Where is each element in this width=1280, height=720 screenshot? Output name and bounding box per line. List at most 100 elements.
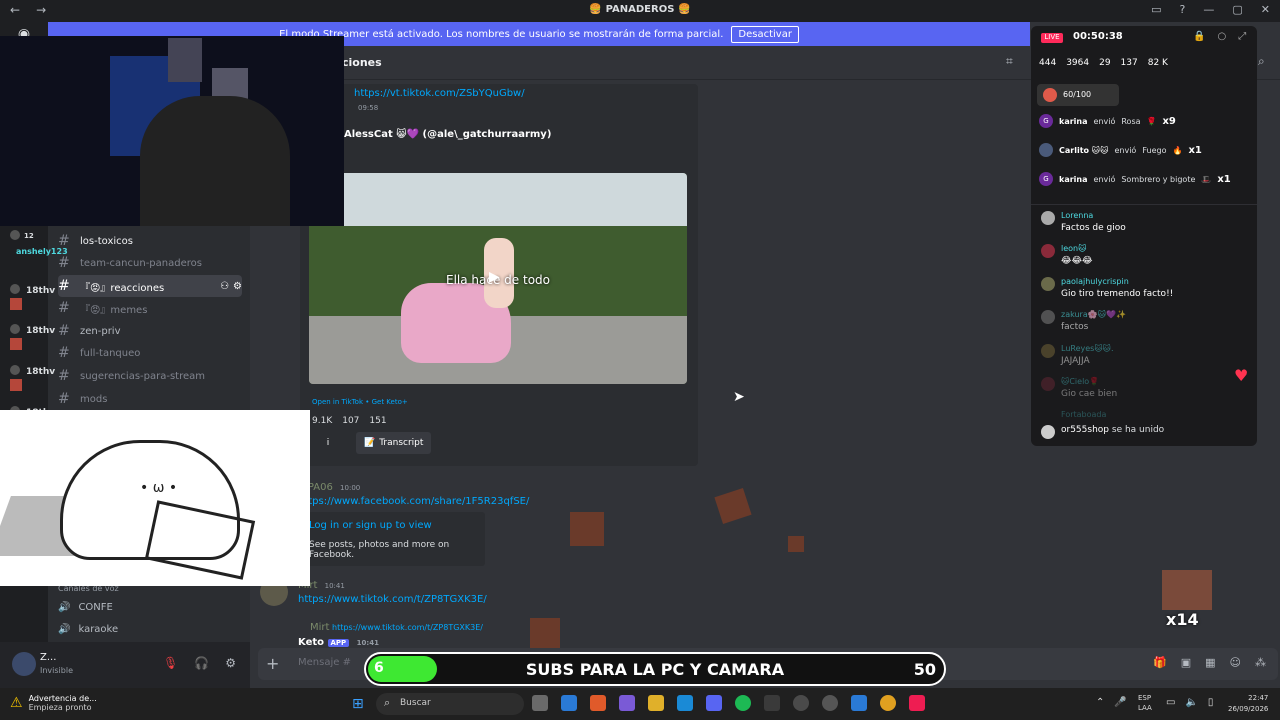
weather-warning[interactable]: ⚠ Advertencia de... Empieza pronto <box>10 694 97 712</box>
composer-icons: 🎁 ▣ ▦ ☺ ⁂ <box>1153 656 1266 669</box>
embed-footer[interactable]: Open in TikTok • Get Keto+ <box>312 398 408 406</box>
reply-link: https://www.tiktok.com/t/ZP8TGXK3E/ <box>332 623 483 632</box>
reply-preview[interactable]: Mirt https://www.tiktok.com/t/ZP8TGXK3E/ <box>310 622 483 633</box>
file-explorer-icon[interactable] <box>648 695 664 711</box>
network-icon[interactable]: ▭ <box>1166 697 1175 708</box>
goal-label: SUBS PARA LA PC Y CAMARA <box>525 660 785 679</box>
warning-title: Advertencia de... <box>28 694 97 703</box>
channel-team-cancun[interactable]: # team-cancun-panaderos <box>58 252 242 274</box>
gift-icon[interactable]: 🎁 <box>1153 656 1167 669</box>
minimize-button[interactable]: — <box>1203 3 1214 16</box>
expand-icon[interactable]: ⤢ <box>1238 31 1246 42</box>
inbox-icon[interactable]: ▭ <box>1151 3 1161 16</box>
chevron-up-icon[interactable]: ⌃ <box>1096 697 1104 708</box>
threads-icon[interactable]: ⌗ <box>1006 54 1013 69</box>
gift-verb: envió <box>1114 145 1137 155</box>
transcript-label: Transcript <box>379 438 424 448</box>
deactivate-button[interactable]: Desactivar <box>731 25 799 43</box>
shares-count: 151 <box>369 416 387 426</box>
message-time: 10:00 <box>340 484 361 492</box>
back-button[interactable]: ← <box>10 3 20 17</box>
mic-icon[interactable]: 🎤 <box>1114 697 1126 708</box>
embed-stats: 9.1K 107 151 <box>312 416 387 426</box>
gif-icon[interactable]: ▣ <box>1181 656 1191 669</box>
author-name[interactable]: Keto <box>298 637 324 648</box>
photos-icon[interactable] <box>851 695 867 711</box>
gift-multiplier: x9 <box>1162 115 1176 127</box>
voice-channel-confe[interactable]: 🔊 CONFE <box>58 597 113 617</box>
edge-icon[interactable] <box>677 695 693 711</box>
emoji-icon[interactable]: ☺ <box>1230 656 1241 669</box>
channel-mods[interactable]: # mods <box>58 388 242 410</box>
channel-los-toxicos[interactable]: # los-toxicos <box>58 230 242 252</box>
video-player[interactable]: Ella hace de todo ▶ <box>309 173 687 384</box>
battery-icon[interactable]: ▯ <box>1208 697 1214 708</box>
volume-icon[interactable]: 🔈 <box>1185 697 1197 708</box>
message-input[interactable]: Mensaje # <box>298 657 351 668</box>
clock[interactable]: 22:47 26/09/2026 <box>1228 693 1268 715</box>
sticker-icon[interactable]: ▦ <box>1205 656 1215 669</box>
channel-memes[interactable]: # 『😡』memes <box>58 297 242 319</box>
mic-muted-icon[interactable]: 🎙 <box>163 656 178 670</box>
language-indicator[interactable]: ESP LAA <box>1138 693 1152 713</box>
obs-icon[interactable] <box>793 695 809 711</box>
channel-sugerencias[interactable]: # sugerencias-para-stream <box>58 365 242 387</box>
notes-icon[interactable] <box>561 695 577 711</box>
embed-author[interactable]: AlessCat 😸💜 (@ale\_gatchurraarmy) <box>344 129 551 140</box>
gift-user: karina <box>1059 174 1088 184</box>
forward-button[interactable]: → <box>36 3 46 17</box>
transcript-button[interactable]: 📝 Transcript <box>356 432 432 454</box>
maximize-button[interactable]: ▢ <box>1232 3 1242 16</box>
headphones-icon[interactable]: 🎧 <box>194 656 209 670</box>
app-icon[interactable] <box>764 695 780 711</box>
tiktok-link[interactable]: https://vt.tiktok.com/ZSbYQuGbw/ <box>354 88 525 99</box>
circle-icon[interactable]: ○ <box>1217 31 1226 42</box>
copilot-icon[interactable] <box>619 695 635 711</box>
facebook-link[interactable]: https://www.facebook.com/share/1F5R23qfS… <box>298 496 529 507</box>
invite-icon[interactable]: ⚇ <box>220 281 229 292</box>
windows-start-icon[interactable]: ⊞ <box>352 696 364 712</box>
close-button[interactable]: ✕ <box>1261 3 1270 16</box>
likes-count: 82 K <box>1147 58 1168 68</box>
task-view-icon[interactable] <box>532 695 548 711</box>
channel-full-tanqueo[interactable]: # full-tanqueo <box>58 342 242 364</box>
message-header: Keto APP 10:41 <box>298 637 379 648</box>
media-player-icon[interactable] <box>822 695 838 711</box>
taskbar-search[interactable]: ⌕ Buscar <box>376 693 524 715</box>
search-icon[interactable]: ⌕ <box>1258 54 1265 69</box>
tiktok-link[interactable]: https://www.tiktok.com/t/ZP8TGXK3E/ <box>298 594 487 605</box>
chat-badge: 18thv <box>8 365 58 393</box>
spotify-icon[interactable] <box>735 695 751 711</box>
gear-icon[interactable]: ⚙ <box>225 656 236 670</box>
channel-label: mods <box>80 393 108 405</box>
discord-icon[interactable] <box>706 695 722 711</box>
voice-channel-karaoke[interactable]: 🔊 karaoke <box>58 619 118 639</box>
comment-user: zakura🌸🐱💜✨ <box>1061 310 1126 319</box>
tiktok-icon[interactable] <box>909 695 925 711</box>
avatar[interactable] <box>12 652 36 676</box>
channel-header-name: ciones <box>342 56 382 69</box>
chrome-icon[interactable] <box>880 695 896 711</box>
emoji-combo-multiplier: x14 <box>1166 610 1199 629</box>
help-icon[interactable]: ? <box>1180 3 1186 16</box>
window-controls: ▭ ? — ▢ ✕ <box>1151 3 1270 16</box>
title-bar: ← → 🍔 PANADEROS 🍔 ▭ ? — ▢ ✕ <box>0 0 1280 22</box>
store-icon[interactable] <box>590 695 606 711</box>
apps-icon[interactable]: ⁂ <box>1255 656 1266 669</box>
channel-zen-priv[interactable]: # zen-priv <box>58 320 242 342</box>
clock-time: 22:47 <box>1248 694 1269 702</box>
facebook-card-title[interactable]: Log in or sign up to view <box>309 520 432 531</box>
live-badge: LIVE <box>1041 33 1063 43</box>
channel-label: los-toxicos <box>80 235 133 247</box>
plus-icon[interactable]: + <box>266 654 279 673</box>
channel-reacciones[interactable]: # 『😡』reacciones ⚇ ⚙ <box>58 275 242 297</box>
gift-verb: envió <box>1093 116 1116 126</box>
info-button[interactable]: i <box>312 432 344 454</box>
lock-icon[interactable]: 🔒 <box>1193 31 1205 42</box>
play-icon[interactable]: ▶ <box>489 269 500 285</box>
channel-label: zen-priv <box>80 325 121 337</box>
avatar <box>10 324 20 334</box>
avatar <box>10 230 20 240</box>
gear-icon[interactable]: ⚙ <box>233 281 242 292</box>
gift-user: karina <box>1059 116 1088 126</box>
